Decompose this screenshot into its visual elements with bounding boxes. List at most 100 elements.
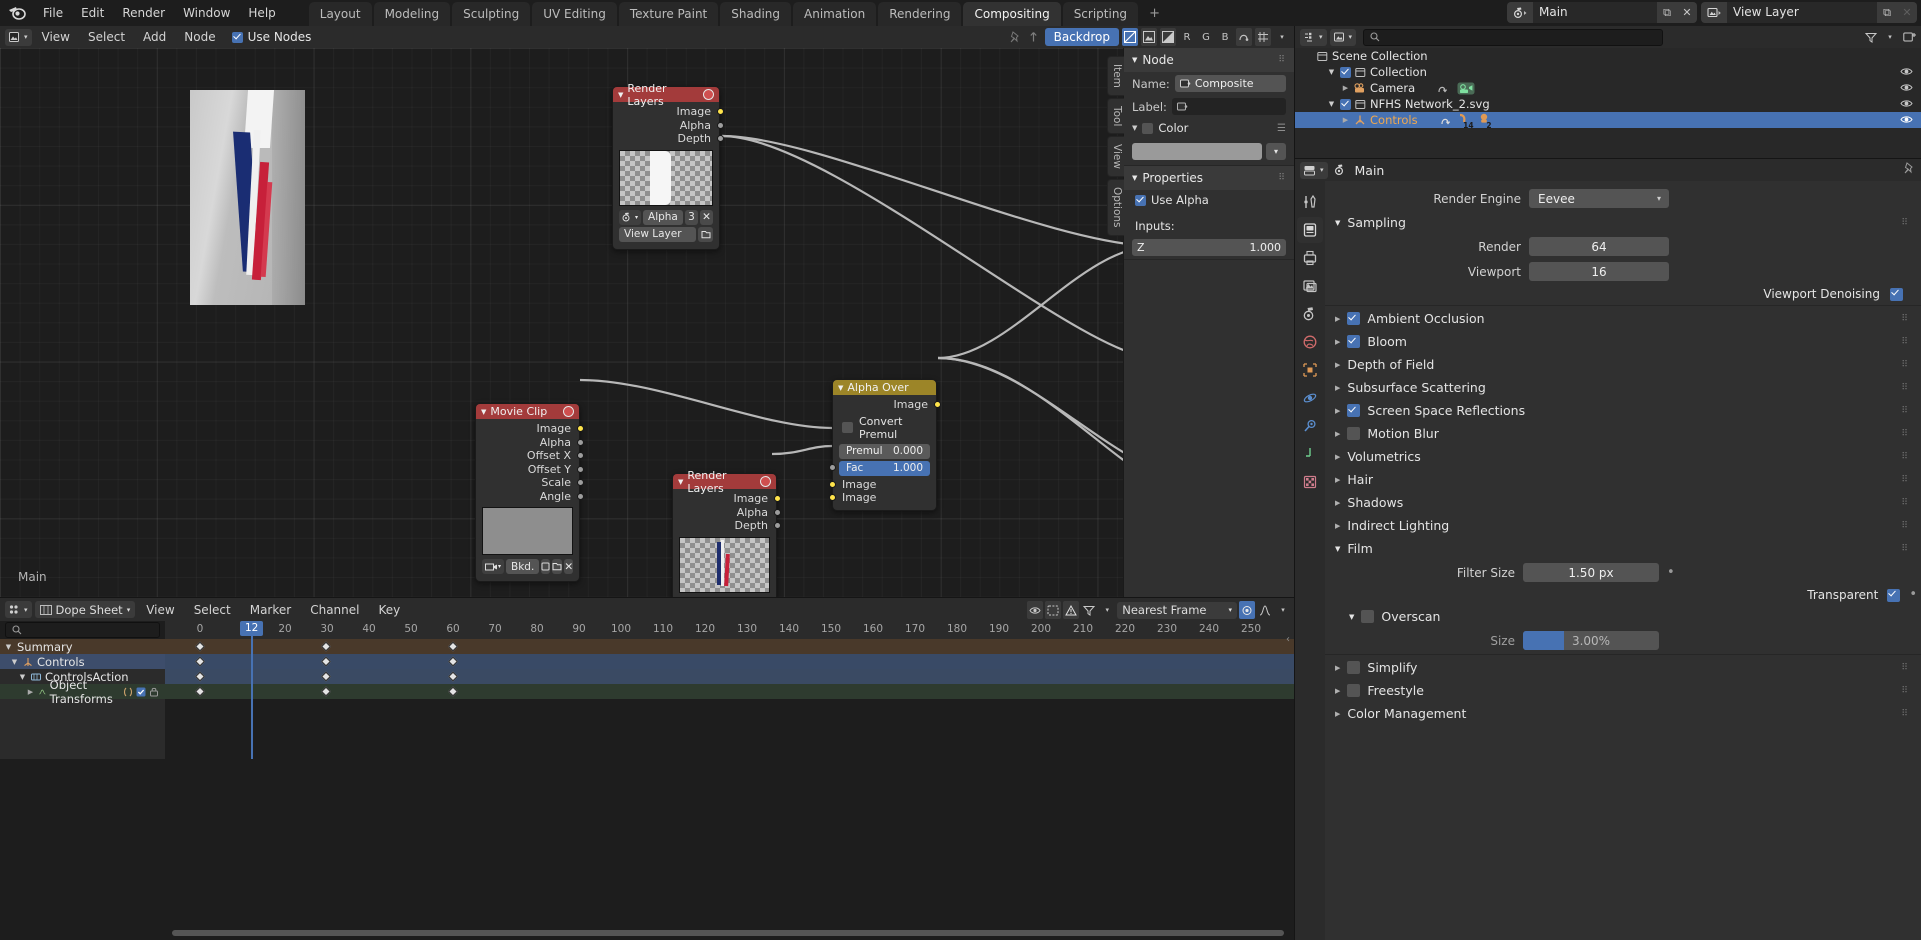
- color-collapse-icon[interactable]: ▼: [1132, 124, 1137, 132]
- workspace-tab-shading[interactable]: Shading: [720, 2, 791, 27]
- socket-scale[interactable]: [576, 479, 584, 486]
- scene-selector[interactable]: Main ⧉ ✕: [1507, 2, 1697, 23]
- premul-value-field[interactable]: Premul 0.000: [839, 443, 930, 459]
- fac-value-field[interactable]: Fac 1.000: [828, 460, 930, 476]
- node-collapse-icon[interactable]: ▼: [618, 91, 623, 99]
- only-show-selected-icon[interactable]: [1027, 601, 1044, 619]
- node-output-depth[interactable]: Depth: [673, 519, 781, 533]
- scene-unlink-icon[interactable]: ✕: [699, 209, 713, 225]
- falloff-curve-icon[interactable]: [1257, 601, 1273, 619]
- section-bloom[interactable]: ▶ Bloom ⠿: [1325, 330, 1921, 353]
- workspace-tab-layout[interactable]: Layout: [308, 2, 372, 27]
- drag-handle-icon[interactable]: ⠿: [1901, 314, 1909, 324]
- drag-handle-icon[interactable]: ⠿: [1901, 406, 1909, 416]
- menu-window[interactable]: Window: [174, 3, 239, 23]
- socket-depth[interactable]: [716, 135, 724, 142]
- render-samples-input[interactable]: 64: [1529, 237, 1669, 256]
- drag-handle-icon[interactable]: ⠿: [1901, 218, 1909, 228]
- drag-handle-icon[interactable]: ⠿: [1901, 709, 1909, 719]
- fac-value[interactable]: 1.000: [893, 462, 923, 474]
- keyframe[interactable]: [448, 686, 458, 697]
- snapping-icon[interactable]: [1255, 28, 1271, 46]
- node-output-offset-y[interactable]: Offset Y: [476, 463, 584, 477]
- clip-browse-icon[interactable]: ▾: [482, 559, 505, 574]
- socket-alpha[interactable]: [576, 438, 584, 446]
- section-shadows[interactable]: ▶ Shadows ⠿: [1325, 491, 1921, 514]
- drag-handle-icon[interactable]: ⠿: [1901, 475, 1909, 485]
- sidebar-use-alpha-row[interactable]: Use Alpha: [1124, 190, 1294, 210]
- node-output-alpha[interactable]: Alpha: [673, 506, 781, 520]
- expand-icon[interactable]: ▶: [1341, 116, 1350, 124]
- node-output-image[interactable]: Image: [673, 492, 781, 506]
- node-editor-canvas[interactable]: ▼ Render Layers Image Alpha Depth ▾ Alph…: [0, 48, 1294, 598]
- section-freestyle[interactable]: ▶ Freestyle ⠿: [1325, 679, 1921, 702]
- freestyle-checkbox[interactable]: [1347, 684, 1361, 697]
- scene-name-value[interactable]: Main: [1533, 2, 1657, 23]
- track-row-summary[interactable]: [165, 639, 1294, 654]
- dopesheet-keyframe-area[interactable]: [165, 639, 1294, 759]
- section-hair[interactable]: ▶ Hair ⠿: [1325, 468, 1921, 491]
- color-presets-icon[interactable]: ☰: [1277, 123, 1286, 134]
- collection-checkbox[interactable]: [1340, 98, 1351, 110]
- animate-property-icon[interactable]: •: [1667, 566, 1675, 579]
- eye-icon[interactable]: [1900, 114, 1913, 125]
- view-layer-selector[interactable]: View Layer ⧉ ✕: [1701, 2, 1917, 23]
- color-dropdown-icon[interactable]: ▾: [1266, 143, 1286, 160]
- show-hidden-icon[interactable]: [1045, 601, 1062, 619]
- expand-icon[interactable]: ▼: [1327, 68, 1336, 76]
- z-input[interactable]: Z 1.000: [1132, 239, 1286, 256]
- section-screen-space-reflections[interactable]: ▶ Screen Space Reflections ⠿: [1325, 399, 1921, 422]
- keyframe[interactable]: [195, 686, 205, 697]
- horizontal-splitter-2[interactable]: [0, 597, 1294, 598]
- properties-tab-object-data[interactable]: [1297, 441, 1323, 467]
- expand-icon[interactable]: ▶: [1335, 407, 1340, 415]
- bloom-checkbox[interactable]: [1347, 335, 1361, 348]
- collapse-icon[interactable]: ▼: [1132, 174, 1137, 182]
- dopesheet-editor-type-selector[interactable]: ▾: [5, 601, 32, 618]
- scene-browse-icon[interactable]: ▾: [619, 209, 642, 225]
- expand-icon[interactable]: ▼: [1327, 100, 1336, 108]
- drag-handle-icon[interactable]: ⠿: [1901, 360, 1909, 370]
- drag-handle-icon[interactable]: ⠿: [1278, 173, 1286, 183]
- snap-mode-selector[interactable]: Nearest Frame ▾: [1117, 601, 1237, 619]
- workspace-tab-animation[interactable]: Animation: [793, 2, 877, 27]
- overscan-size-slider[interactable]: 3.00%: [1523, 631, 1659, 650]
- drag-handle-icon[interactable]: ⠿: [1901, 498, 1909, 508]
- auto-offset-icon[interactable]: [1236, 28, 1252, 46]
- node-layer-row[interactable]: View Layer: [619, 226, 713, 242]
- dopesheet-horizontal-scrollbar[interactable]: [168, 930, 1288, 936]
- pin-icon[interactable]: [1903, 162, 1921, 178]
- drag-handle-icon[interactable]: ⠿: [1278, 55, 1286, 65]
- view-layer-copy-icon[interactable]: ⧉: [1877, 2, 1897, 23]
- sidebar-tab-item[interactable]: Item: [1107, 56, 1124, 96]
- channel-b-button[interactable]: B: [1217, 28, 1233, 46]
- node-output-image[interactable]: Image: [613, 105, 724, 119]
- expand-icon[interactable]: ▶: [1335, 315, 1340, 323]
- editor-type-selector[interactable]: ▾: [5, 28, 32, 46]
- sidebar-z-row[interactable]: Z 1.000: [1124, 236, 1294, 259]
- scene-copy-icon[interactable]: ⧉: [1657, 2, 1677, 23]
- section-indirect-lighting[interactable]: ▶ Indirect Lighting ⠿: [1325, 514, 1921, 537]
- dopesheet-menu-select[interactable]: Select: [186, 601, 239, 619]
- collection-checkbox[interactable]: [1340, 66, 1351, 78]
- properties-tab-world[interactable]: [1297, 329, 1323, 355]
- sidebar-tab-tool[interactable]: Tool: [1107, 97, 1124, 135]
- keyframe[interactable]: [195, 671, 205, 682]
- view-layer-name-value[interactable]: View Layer: [1727, 2, 1877, 23]
- menu-help[interactable]: Help: [239, 3, 284, 23]
- dopesheet-ruler[interactable]: 0 20 30 40 50 60 70 80 90 100 110 120 13…: [165, 621, 1294, 639]
- children-count-badge[interactable]: 14: [1458, 113, 1474, 130]
- drag-handle-icon[interactable]: ⠿: [1901, 686, 1909, 696]
- node-output-image[interactable]: Image: [476, 422, 584, 436]
- expand-icon[interactable]: ▶: [1335, 710, 1340, 718]
- node-label-input[interactable]: [1171, 98, 1286, 115]
- properties-tab-object[interactable]: [1297, 357, 1323, 383]
- drag-handle-icon[interactable]: ⠿: [1901, 521, 1909, 531]
- node-scene-row[interactable]: ▾ Alpha 3 ✕: [619, 209, 713, 225]
- outliner-row-collection[interactable]: ▼ Collection: [1295, 64, 1921, 80]
- properties-tab-output[interactable]: [1297, 245, 1323, 271]
- expand-icon[interactable]: ▶: [1335, 499, 1340, 507]
- outliner-row-controls[interactable]: ▶ Controls 14 2: [1295, 112, 1921, 130]
- scene-icon[interactable]: [1507, 2, 1533, 23]
- menu-file[interactable]: File: [34, 3, 72, 23]
